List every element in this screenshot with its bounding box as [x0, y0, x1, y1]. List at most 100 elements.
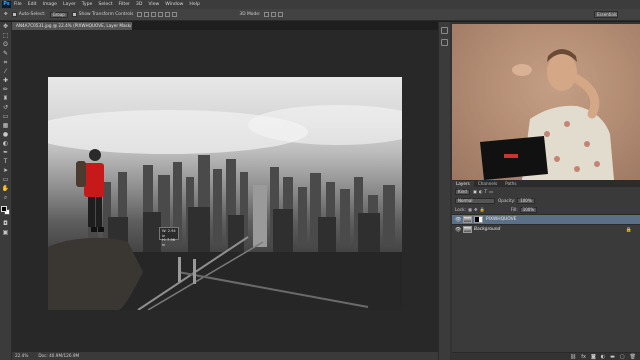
3d-roll-icon[interactable] [271, 12, 277, 17]
collapsed-panels-strip [438, 22, 450, 360]
layer-row[interactable]: 👁 Background 🔒 [452, 224, 640, 234]
layers-panel-footer: ⛓ fx ◙ ◐ ▬ ▢ 🗑 [452, 352, 640, 360]
tab-channels[interactable]: Channels [474, 181, 501, 187]
move-tool-icon[interactable]: ✥ [4, 12, 8, 17]
quick-select-tool-icon[interactable]: ✎ [2, 50, 10, 58]
zoom-level[interactable]: 22.4% [15, 352, 28, 360]
layers-panel-tabs: Layers Channels Paths [452, 180, 640, 187]
photoshop-logo-icon: Ps [2, 1, 11, 8]
history-brush-tool-icon[interactable]: ↺ [2, 104, 10, 112]
layer-style-icon[interactable]: fx [581, 354, 586, 360]
kind-filter-dropdown[interactable]: Kind [455, 188, 470, 195]
lasso-tool-icon[interactable]: ʘ [2, 41, 10, 49]
align-right-icon[interactable] [172, 12, 178, 17]
layer-name[interactable]: PIXWHQUOVE [486, 217, 516, 222]
path-select-tool-icon[interactable]: ➤ [2, 167, 10, 175]
opacity-input[interactable]: 100% [517, 197, 535, 204]
align-bottom-icon[interactable] [151, 12, 157, 17]
filter-adjustment-icon[interactable]: ◐ [479, 189, 483, 194]
healing-brush-tool-icon[interactable]: ✚ [2, 77, 10, 85]
visibility-eye-icon[interactable]: 👁 [455, 217, 463, 223]
tab-layers[interactable]: Layers [452, 181, 474, 187]
menu-file[interactable]: File [14, 2, 22, 7]
new-layer-icon[interactable]: ▢ [620, 354, 625, 360]
dodge-tool-icon[interactable]: ◐ [2, 140, 10, 148]
color-swatches[interactable] [0, 206, 11, 216]
add-mask-icon[interactable]: ◙ [591, 354, 596, 360]
options-bar: ✥ Auto-Select: Group Show Transform Cont… [0, 9, 640, 21]
menu-view[interactable]: View [148, 2, 159, 7]
menu-window[interactable]: Window [165, 2, 183, 7]
fill-label: Fill: [510, 207, 518, 212]
properties-panel-icon[interactable] [441, 39, 448, 46]
presenter-video [452, 24, 640, 180]
history-panel-icon[interactable] [441, 27, 448, 34]
blend-row: Normal Opacity: 100% [452, 196, 640, 205]
pen-tool-icon[interactable]: ✒ [2, 149, 10, 157]
align-top-icon[interactable] [137, 12, 143, 17]
document-tab[interactable]: AN4A7C0531.jpg @ 22.4% (PIXWHQUOVE, Laye… [12, 22, 132, 30]
align-middle-icon[interactable] [144, 12, 150, 17]
filter-type-icon[interactable]: T [484, 189, 487, 194]
lock-all-icon[interactable]: 🔒 [479, 207, 484, 213]
screen-mode-icon[interactable]: ▣ [2, 229, 10, 237]
marquee-tool-icon[interactable]: ⬚ [2, 32, 10, 40]
delete-layer-icon[interactable]: 🗑 [630, 354, 636, 360]
adjustment-layer-icon[interactable]: ◐ [601, 354, 605, 360]
menu-filter[interactable]: Filter [119, 2, 130, 7]
3d-rotate-icon[interactable] [264, 12, 270, 17]
menu-select[interactable]: Select [98, 2, 112, 7]
document-image[interactable]: W: 2.94 in H: 7.96 in [48, 77, 402, 310]
document-size: Doc: 40.9M/126.9M [38, 353, 80, 358]
show-transform-checkbox[interactable] [71, 12, 77, 17]
zoom-tool-icon[interactable]: ⌕ [2, 194, 10, 202]
menu-edit[interactable]: Edit [28, 2, 37, 7]
visibility-eye-icon[interactable]: 👁 [455, 227, 463, 233]
foreground-color-swatch[interactable] [0, 206, 7, 212]
transform-tooltip: W: 2.94 in H: 7.96 in [159, 227, 179, 247]
3d-pan-icon[interactable] [278, 12, 284, 17]
blur-tool-icon[interactable]: ● [2, 131, 10, 139]
gradient-tool-icon[interactable]: ▦ [2, 122, 10, 130]
eraser-tool-icon[interactable]: ▭ [2, 113, 10, 121]
quick-mask-icon[interactable]: ◘ [2, 220, 10, 228]
crop-tool-icon[interactable]: ⌗ [2, 59, 10, 67]
menu-image[interactable]: Image [43, 2, 57, 7]
move-tool-icon[interactable]: ✥ [2, 23, 10, 31]
menu-help[interactable]: Help [189, 2, 199, 7]
shape-tool-icon[interactable]: ▭ [2, 176, 10, 184]
filter-shape-icon[interactable]: ▭ [489, 189, 493, 194]
workspace-dropdown[interactable]: Essentials [594, 11, 618, 18]
opacity-label: Opacity: [498, 198, 516, 203]
hand-tool-icon[interactable]: ✋ [2, 185, 10, 193]
auto-select-label: Auto-Select: [18, 12, 46, 17]
auto-select-checkbox[interactable] [11, 12, 17, 17]
lock-pixels-icon[interactable]: ▦ [468, 207, 472, 212]
filter-pixel-icon[interactable]: ▣ [473, 189, 477, 194]
status-bar: 22.4% Doc: 40.9M/126.9M [12, 352, 450, 360]
align-center-icon[interactable] [165, 12, 171, 17]
menu-type[interactable]: Type [82, 2, 93, 7]
lock-position-icon[interactable]: ✥ [474, 207, 478, 212]
type-tool-icon[interactable]: T [2, 158, 10, 166]
show-transform-label: Show Transform Controls [78, 12, 134, 17]
auto-select-dropdown[interactable]: Group [49, 11, 68, 18]
brush-tool-icon[interactable]: ✏ [2, 86, 10, 94]
layer-mask-thumbnail[interactable] [474, 216, 483, 223]
menu-layer[interactable]: Layer [63, 2, 76, 7]
lock-icon: 🔒 [625, 226, 632, 233]
clone-stamp-tool-icon[interactable]: ♜ [2, 95, 10, 103]
fill-input[interactable]: 100% [519, 206, 538, 213]
filter-row: Kind ▣ ◐ T ▭ [452, 187, 640, 196]
new-group-icon[interactable]: ▬ [610, 354, 615, 360]
menu-3d[interactable]: 3D [136, 2, 142, 7]
layer-row[interactable]: 👁 PIXWHQUOVE [452, 214, 640, 224]
link-layers-icon[interactable]: ⛓ [570, 354, 576, 360]
blend-mode-dropdown[interactable]: Normal [455, 197, 495, 204]
tooltip-height: H: 7.96 in [162, 238, 176, 247]
align-left-icon[interactable] [158, 12, 164, 17]
layer-thumbnail [463, 226, 472, 233]
tab-paths[interactable]: Paths [501, 181, 520, 187]
eyedropper-tool-icon[interactable]: ⁄ [2, 68, 10, 76]
layer-name[interactable]: Background [474, 227, 500, 232]
